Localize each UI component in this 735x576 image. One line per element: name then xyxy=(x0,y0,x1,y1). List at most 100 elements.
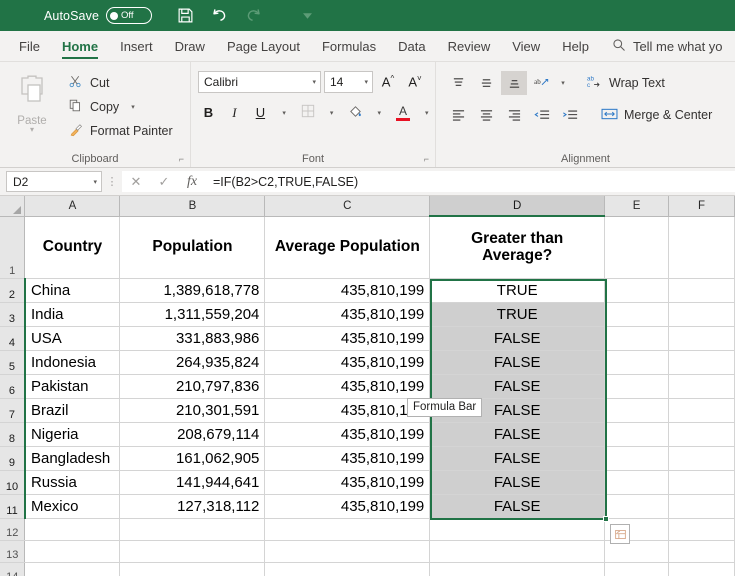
cell-a14[interactable] xyxy=(25,562,120,576)
cell-b3[interactable]: 1,311,559,204 xyxy=(120,302,265,326)
font-color-dropdown[interactable]: ▾ xyxy=(418,101,435,124)
cell-c14[interactable] xyxy=(265,562,430,576)
tell-me-search[interactable]: Tell me what yo xyxy=(600,31,723,61)
autosave-toggle[interactable]: Off xyxy=(106,7,152,24)
cell-d10[interactable]: FALSE xyxy=(430,470,605,494)
redo-icon[interactable] xyxy=(236,0,270,31)
cell-f5[interactable] xyxy=(669,350,735,374)
column-header-c[interactable]: C xyxy=(265,196,430,216)
cell-c13[interactable] xyxy=(265,540,430,562)
font-name-combo[interactable]: Calibri ▾ xyxy=(198,71,321,93)
row-header-10[interactable]: 10 xyxy=(0,470,25,494)
font-size-combo[interactable]: 14 ▾ xyxy=(324,71,373,93)
cell-b2[interactable]: 1,389,618,778 xyxy=(120,278,265,302)
cell-e11[interactable] xyxy=(605,494,669,518)
cell-d2[interactable]: TRUE xyxy=(430,278,605,302)
tab-help[interactable]: Help xyxy=(551,31,600,61)
tab-formulas[interactable]: Formulas xyxy=(311,31,387,61)
cell-a7[interactable]: Brazil xyxy=(25,398,120,422)
align-middle-button[interactable] xyxy=(473,71,499,95)
cell-f14[interactable] xyxy=(669,562,735,576)
cell-b9[interactable]: 161,062,905 xyxy=(120,446,265,470)
underline-button[interactable]: U xyxy=(250,101,271,124)
cell-a2[interactable]: China xyxy=(25,278,120,302)
cell-c8[interactable]: 435,810,199 xyxy=(265,422,430,446)
cell-a13[interactable] xyxy=(25,540,120,562)
tab-draw[interactable]: Draw xyxy=(164,31,216,61)
row-header-6[interactable]: 6 xyxy=(0,374,25,398)
cell-b14[interactable] xyxy=(120,562,265,576)
bold-button[interactable]: B xyxy=(198,101,219,124)
cell-c5[interactable]: 435,810,199 xyxy=(265,350,430,374)
cell-e4[interactable] xyxy=(605,326,669,350)
tab-view[interactable]: View xyxy=(501,31,551,61)
cell-b7[interactable]: 210,301,591 xyxy=(120,398,265,422)
cell-f2[interactable] xyxy=(669,278,735,302)
clipboard-dialog-launcher[interactable]: ⌐ xyxy=(179,154,184,164)
cell-e8[interactable] xyxy=(605,422,669,446)
chevron-down-icon[interactable]: ▾ xyxy=(93,178,97,186)
cell-c11[interactable]: 435,810,199 xyxy=(265,494,430,518)
align-bottom-button[interactable] xyxy=(501,71,527,95)
tab-data[interactable]: Data xyxy=(387,31,436,61)
cell-d12[interactable] xyxy=(430,518,605,540)
cell-d9[interactable]: FALSE xyxy=(430,446,605,470)
cell-c2[interactable]: 435,810,199 xyxy=(265,278,430,302)
formula-input[interactable]: =IF(B2>C2,TRUE,FALSE) xyxy=(206,171,735,192)
cell-b13[interactable] xyxy=(120,540,265,562)
cell-e3[interactable] xyxy=(605,302,669,326)
align-top-button[interactable] xyxy=(445,71,471,95)
cell-e2[interactable] xyxy=(605,278,669,302)
cell-b1[interactable]: Population xyxy=(120,216,265,278)
borders-button[interactable] xyxy=(297,101,318,124)
close-icon[interactable]: ✕ xyxy=(122,174,150,190)
cell-b5[interactable]: 264,935,824 xyxy=(120,350,265,374)
cell-f12[interactable] xyxy=(669,518,735,540)
autofill-options-icon[interactable] xyxy=(610,524,630,544)
font-color-button[interactable]: A xyxy=(393,101,414,124)
cell-c9[interactable]: 435,810,199 xyxy=(265,446,430,470)
tab-insert[interactable]: Insert xyxy=(109,31,164,61)
column-header-a[interactable]: A xyxy=(25,196,120,216)
decrease-font-size-button[interactable]: A˅ xyxy=(403,70,427,93)
cell-e6[interactable] xyxy=(605,374,669,398)
cell-d5[interactable]: FALSE xyxy=(430,350,605,374)
row-header-14[interactable]: 14 xyxy=(0,562,25,576)
row-header-13[interactable]: 13 xyxy=(0,540,25,562)
cell-f9[interactable] xyxy=(669,446,735,470)
cell-a1[interactable]: Country xyxy=(25,216,120,278)
cell-c4[interactable]: 435,810,199 xyxy=(265,326,430,350)
orientation-dropdown[interactable]: ▾ xyxy=(557,71,569,95)
chevron-down-icon[interactable]: ▾ xyxy=(131,103,135,111)
copy-button[interactable]: Copy ▾ xyxy=(62,96,178,118)
cell-f4[interactable] xyxy=(669,326,735,350)
cell-b12[interactable] xyxy=(120,518,265,540)
cell-d1[interactable]: Greater than Average? xyxy=(430,216,605,278)
cell-f6[interactable] xyxy=(669,374,735,398)
cell-f11[interactable] xyxy=(669,494,735,518)
cell-a3[interactable]: India xyxy=(25,302,120,326)
cell-b8[interactable]: 208,679,114 xyxy=(120,422,265,446)
cell-a11[interactable]: Mexico xyxy=(25,494,120,518)
cell-f8[interactable] xyxy=(669,422,735,446)
merge-center-button[interactable]: Merge & Center xyxy=(601,107,712,124)
cell-d6[interactable]: FALSE xyxy=(430,374,605,398)
cut-button[interactable]: Cut xyxy=(62,72,178,94)
align-left-button[interactable] xyxy=(445,103,471,127)
cell-c7[interactable]: 435,810,199 xyxy=(265,398,430,422)
row-header-1[interactable]: 1 xyxy=(0,216,25,278)
row-header-2[interactable]: 2 xyxy=(0,278,25,302)
align-center-button[interactable] xyxy=(473,103,499,127)
cell-c1[interactable]: Average Population xyxy=(265,216,430,278)
italic-button[interactable]: I xyxy=(224,101,245,124)
align-right-button[interactable] xyxy=(501,103,527,127)
cell-e9[interactable] xyxy=(605,446,669,470)
column-header-d[interactable]: D xyxy=(430,196,605,216)
cell-e14[interactable] xyxy=(605,562,669,576)
select-all-corner[interactable] xyxy=(0,196,25,216)
decrease-indent-button[interactable] xyxy=(529,103,555,127)
cell-e7[interactable] xyxy=(605,398,669,422)
tab-page-layout[interactable]: Page Layout xyxy=(216,31,311,61)
cell-f7[interactable] xyxy=(669,398,735,422)
chevron-down-icon[interactable] xyxy=(294,0,320,31)
